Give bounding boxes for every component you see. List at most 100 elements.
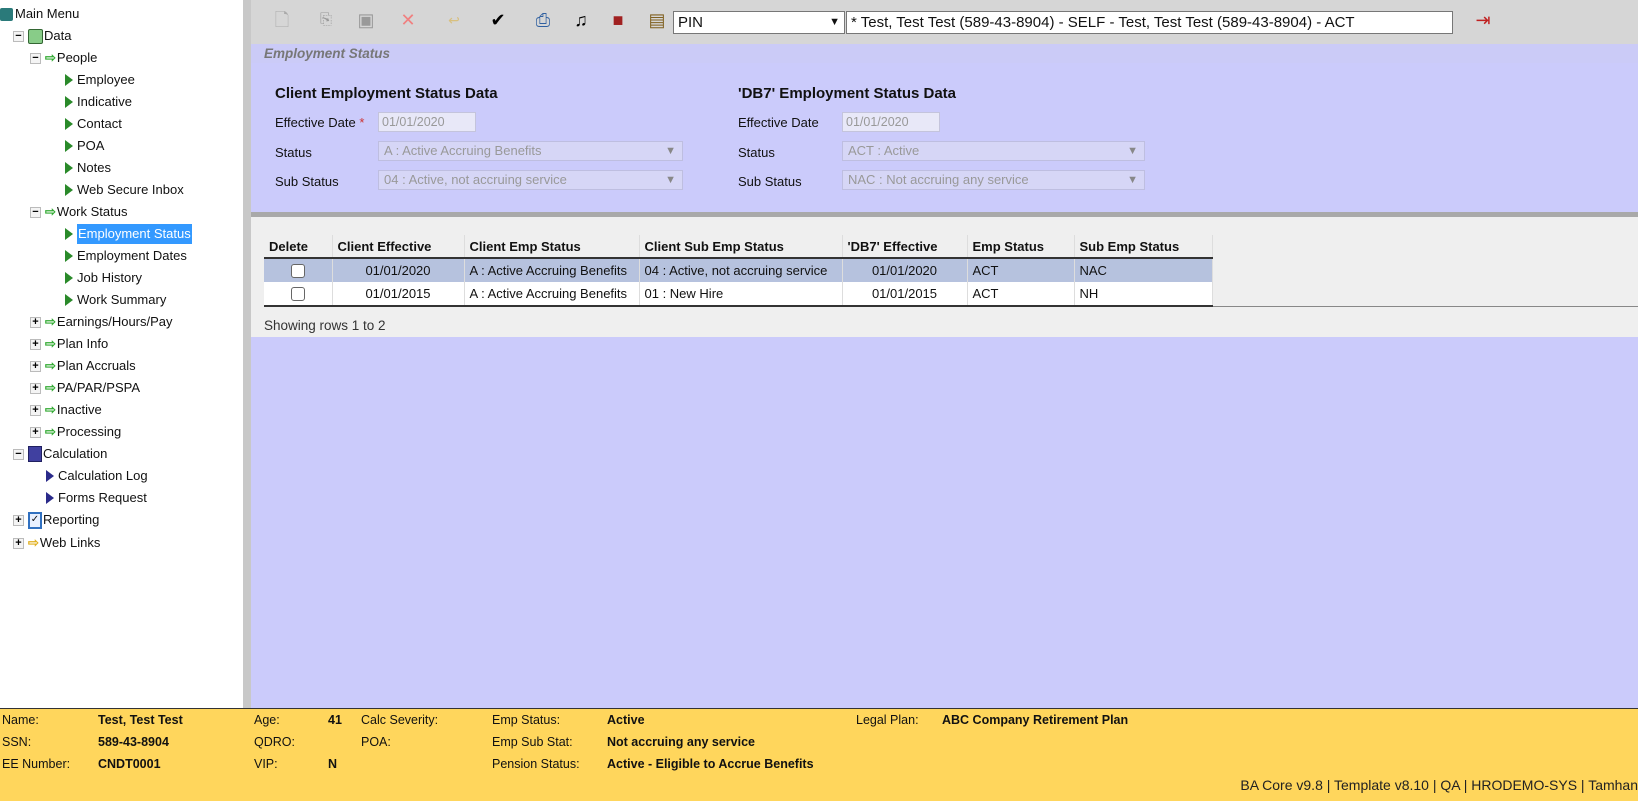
client-status-select[interactable]: A : Active Accruing Benefits ▼ [378,141,683,161]
delete-checkbox[interactable] [290,263,305,278]
tree-pa-par-pspa[interactable]: + ⇨ PA/PAR/PSPA [30,378,140,398]
pension-status-label: Pension Status: [492,757,580,771]
music-note-icon[interactable]: ♫ [569,8,593,32]
qdro-label: QDRO: [254,735,295,749]
briefcase-icon[interactable]: ■ [606,8,630,32]
navigation-tree: Main Menu − Data − ⇨ People Employee Indica… [0,0,243,708]
arrow-icon: ⇨ [45,402,56,417]
tree-label: Plan Accruals [56,358,136,373]
calc-severity-label: Calc Severity: [361,713,439,727]
tree-calculation[interactable]: − Calculation [13,444,107,464]
col-client-effective[interactable]: Client Effective [332,235,465,259]
emp-sub-stat-label: Emp Sub Stat: [492,735,573,749]
menu-icon [0,7,13,21]
select-value: 04 : Active, not accruing service [384,172,567,187]
col-delete[interactable]: Delete [264,235,333,259]
tree-label: Notes [77,160,111,175]
tree-item-contact[interactable]: Contact [65,114,122,134]
tree-reporting[interactable]: + ✓ Reporting [13,510,99,530]
expand-icon[interactable]: + [30,316,41,328]
tree-label: Main Menu [15,6,80,21]
arrow-icon: ⇨ [45,50,56,65]
copy-icon[interactable]: ⎘ [314,8,338,32]
tree-item-work-summary[interactable]: Work Summary [65,290,166,310]
computer-icon[interactable]: ▤ [645,8,669,32]
table-header-row: Delete Client Effective Client Emp Statu… [264,235,1213,259]
tree-item-indicative[interactable]: Indicative [65,92,132,112]
collapse-icon[interactable]: − [30,206,41,218]
pension-status-value: Active - Eligible to Accrue Benefits [607,757,814,771]
delete-icon[interactable]: ✕ [396,8,420,32]
participant-field[interactable]: * Test, Test Test (589-43-8904) - SELF -… [846,11,1453,34]
tree-item-employee[interactable]: Employee [65,70,135,90]
tree-item-forms-request[interactable]: Forms Request [46,488,147,508]
expand-icon[interactable]: + [30,360,41,372]
tree-item-notes[interactable]: Notes [65,158,111,178]
new-document-icon[interactable]: 🗋 [270,8,294,32]
arrow-icon: ⇨ [45,204,56,219]
page-title: Employment Status [251,44,1638,63]
collapse-icon[interactable]: − [13,448,24,460]
tree-data[interactable]: − Data [13,26,71,46]
client-sub-status-label: Sub Status [275,174,339,189]
tree-label: Calculation [43,446,108,461]
chevron-down-icon: ▼ [829,16,840,28]
tree-item-poa[interactable]: POA [65,136,104,156]
collapse-icon[interactable]: − [30,52,41,64]
expand-icon[interactable]: + [30,426,41,438]
db7-sub-status-select[interactable]: NAC : Not accruing any service ▼ [842,170,1145,190]
delete-checkbox[interactable] [290,286,305,301]
print-icon[interactable]: ⎙ [531,8,555,32]
legal-plan-label: Legal Plan: [856,713,919,727]
exit-icon[interactable]: ⇥ [1471,8,1495,32]
expand-icon[interactable]: + [30,404,41,416]
col-client-emp-status[interactable]: Client Emp Status [464,235,640,259]
db7-effective-date-input[interactable]: 01/01/2020 [842,112,940,132]
tree-item-employment-status[interactable]: Employment Status [65,224,192,244]
undo-icon[interactable]: ↩ [442,8,466,32]
client-effective-date-input[interactable]: 01/01/2020 [378,112,476,132]
client-effective-cell: 01/01/2015 [332,282,465,307]
tree-item-web-secure-inbox[interactable]: Web Secure Inbox [65,180,184,200]
tree-inactive[interactable]: + ⇨ Inactive [30,400,102,420]
folder-icon [28,28,43,44]
client-status-label: Status [275,145,312,160]
col-client-sub-emp-status[interactable]: Client Sub Emp Status [639,235,843,259]
emp-status-cell: ACT [967,282,1075,307]
tree-item-employment-dates[interactable]: Employment Dates [65,246,187,266]
checkmark-icon[interactable]: ✔ [486,8,510,32]
arrow-icon: ⇨ [28,535,39,550]
col-sub-emp-status[interactable]: Sub Emp Status [1074,235,1213,259]
table-row[interactable]: 01/01/2020 A : Active Accruing Benefits … [264,258,1213,282]
tree-label-selected: Employment Status [77,224,192,244]
tree-item-job-history[interactable]: Job History [65,268,142,288]
save-icon[interactable]: ▣ [354,8,378,32]
name-value: Test, Test Test [98,713,183,727]
tree-label: Plan Info [56,336,109,351]
expand-icon[interactable]: + [30,382,41,394]
client-sub-status-select[interactable]: 04 : Active, not accruing service ▼ [378,170,683,190]
tree-item-calculation-log[interactable]: Calculation Log [46,466,148,486]
tree-plan-accruals[interactable]: + ⇨ Plan Accruals [30,356,136,376]
tree-people[interactable]: − ⇨ People [30,48,97,68]
db7-status-select[interactable]: ACT : Active ▼ [842,141,1145,161]
tree-processing[interactable]: + ⇨ Processing [30,422,121,442]
collapse-icon[interactable]: − [13,30,24,42]
col-db7-effective[interactable]: 'DB7' Effective [842,235,968,259]
expand-icon[interactable]: + [13,537,24,549]
tree-plan-info[interactable]: + ⇨ Plan Info [30,334,108,354]
db7-effective-cell: 01/01/2015 [842,282,968,307]
expand-icon[interactable]: + [30,338,41,350]
col-emp-status[interactable]: Emp Status [967,235,1075,259]
table-row[interactable]: 01/01/2015 A : Active Accruing Benefits … [264,282,1213,307]
tree-label: Earnings/Hours/Pay [56,314,173,329]
expand-icon[interactable]: + [13,514,24,526]
tree-earnings[interactable]: + ⇨ Earnings/Hours/Pay [30,312,173,332]
clipboard-icon: ✓ [28,511,42,529]
tree-web-links[interactable]: + ⇨ Web Links [13,533,100,553]
sidebar-splitter[interactable] [243,0,251,708]
tree-work-status[interactable]: − ⇨ Work Status [30,202,127,222]
pin-select[interactable]: PIN ▼ [673,11,845,34]
arrow-icon: ⇨ [45,424,56,439]
tree-main-menu[interactable]: Main Menu [0,4,79,24]
